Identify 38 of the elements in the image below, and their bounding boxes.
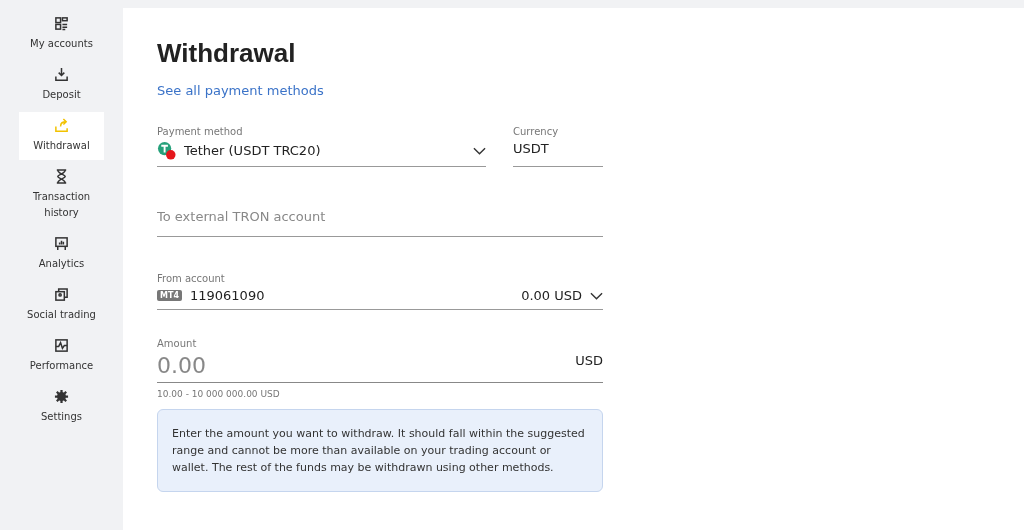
download-icon (54, 67, 69, 82)
sidebar-item[interactable]: My accounts (19, 10, 104, 58)
field-label: Currency (513, 126, 560, 137)
pulse-icon (54, 338, 69, 353)
account-input-field[interactable]: To external TRON account (157, 209, 603, 237)
amount-unit: USD (575, 353, 603, 368)
sidebar-item[interactable]: Performance (19, 332, 104, 380)
sidebar-item[interactable]: Withdrawal (19, 112, 104, 160)
from-account-select[interactable]: From account MT4 119061090 0.00 USD (157, 273, 603, 310)
coin-icon (157, 141, 176, 160)
info-note: Enter the amount you want to withdraw. It should fall within the suggested range and cannot be more than available on your trading account or wallet. The rest of the funds may be withdrawn using other methods. (157, 409, 603, 492)
grid-icon (54, 16, 69, 31)
sidebar-item[interactable]: Analytics (19, 230, 104, 278)
chevron-down-icon (590, 291, 603, 300)
currency-field[interactable]: Currency USDT (513, 126, 603, 167)
chevron-down-icon (473, 146, 486, 155)
hourglass-icon (54, 169, 69, 184)
payment-methods-link[interactable]: See all payment methods (157, 83, 324, 98)
currency-value: USDT (513, 141, 549, 156)
amount-field[interactable]: Amount 0.00 USD (157, 338, 603, 383)
gear-icon (54, 389, 69, 404)
account-balance: 0.00 USD (521, 288, 582, 303)
page-title: Withdrawal (157, 38, 297, 69)
field-label: From account (157, 273, 226, 284)
presentation-icon (54, 236, 69, 251)
sidebar-item[interactable]: Settings (19, 383, 104, 431)
platform-badge: MT4 (157, 290, 182, 301)
sidebar-item[interactable]: Transaction history (19, 163, 104, 227)
field-label: Payment method (157, 126, 244, 137)
upload-icon (54, 118, 69, 133)
payment-method-select[interactable]: Payment method Tether (USDT TRC20) (157, 126, 486, 167)
payment-method-value: Tether (USDT TRC20) (184, 143, 321, 158)
account-number: 119061090 (190, 288, 265, 303)
field-label: Amount (157, 338, 198, 349)
amount-range: 10.00 - 10 000 000.00 USD (157, 389, 281, 399)
sidebar-item[interactable]: Deposit (19, 61, 104, 109)
cards-icon (54, 287, 69, 302)
sidebar-item[interactable]: Social trading (19, 281, 104, 329)
